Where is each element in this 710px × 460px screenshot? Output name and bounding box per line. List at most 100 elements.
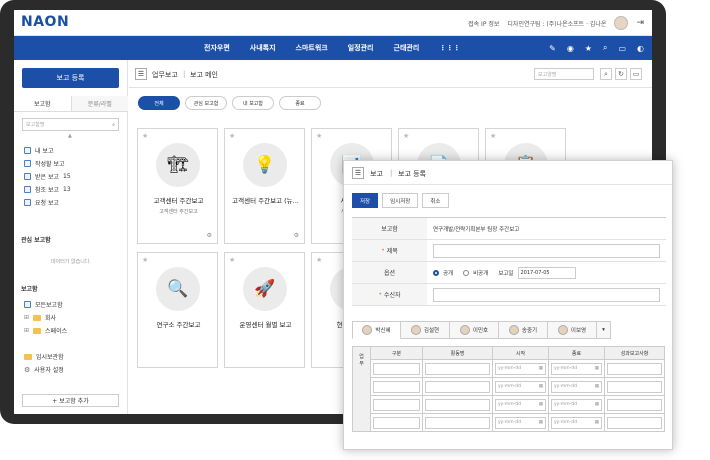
sidebar-item-allbox[interactable]: 모든보고함 [24,298,67,311]
end-date-input[interactable]: yy-mm-dd ▦ [551,362,602,375]
refresh-icon[interactable]: ↻ [615,68,627,80]
result-input[interactable] [607,398,662,411]
nav-attendance[interactable]: 근태관리 [394,43,420,53]
star-icon[interactable]: ★ [316,132,322,140]
expand-icon[interactable]: ⊞ [24,327,29,334]
star-icon[interactable]: ★ [585,44,592,53]
star-icon[interactable]: ★ [403,132,409,140]
result-input[interactable] [607,416,662,429]
logout-icon[interactable]: ⇥ [636,18,644,28]
sidebar-item-cc[interactable]: 참조 보고 13 [24,183,71,196]
sidebar-item-temp[interactable]: 임시보관함 [24,350,64,363]
calendar-icon[interactable]: ▦ [539,402,543,407]
category-input[interactable] [373,362,420,375]
start-date-input[interactable]: yy-mm-dd ▦ [495,380,546,393]
activity-input[interactable] [425,380,490,393]
person-tab[interactable]: 송중기 [499,321,548,339]
tab-reportbox[interactable]: 보고함 [14,96,71,111]
start-date-input[interactable]: yy-mm-dd ▦ [495,398,546,411]
star-icon[interactable]: ★ [490,132,496,140]
receiver-input[interactable] [433,287,660,302]
monitor-icon[interactable]: ▭ [630,68,642,80]
calendar-icon[interactable]: ▦ [539,384,543,389]
report-card[interactable]: ★ 🔍 연구소 주간보고 [137,252,218,368]
modal-breadcrumb-root[interactable]: 보고 [370,169,383,179]
menu-icon[interactable]: ☰ [135,68,147,80]
chevron-down-icon[interactable]: ▾ [597,321,611,339]
report-card[interactable]: ★ 💡 고객센터 주간보고 (뉴... ⚙ [224,128,305,244]
sidebar-item-company[interactable]: ⊞ 회사 [24,311,67,324]
menu-icon[interactable]: ☰ [352,167,364,179]
breadcrumb-root[interactable]: 업무보고 [152,70,178,80]
filter-all[interactable]: 전체 [138,96,180,110]
sidebar-search-input[interactable]: 보고함명 ⌕ [22,118,119,131]
nav-mail[interactable]: 전자우편 [204,43,230,53]
end-date-input[interactable]: yy-mm-dd ▦ [551,416,602,429]
person-tab[interactable]: 이보영 [548,321,597,339]
gear-icon[interactable]: ⚙ [294,232,299,239]
activity-input[interactable] [425,362,490,375]
monitor-icon[interactable]: ▭ [618,44,626,53]
star-icon[interactable]: ★ [316,256,322,264]
nav-smartwork[interactable]: 스마트워크 [296,43,328,53]
calendar-icon[interactable]: ▦ [539,366,543,371]
filter-favorite[interactable]: 관심 보고함 [185,96,227,110]
search-icon[interactable]: ⌕ [603,43,607,53]
cancel-button[interactable]: 취소 [422,193,449,208]
sidebar-item-received[interactable]: 받은 보고 15 [24,170,71,183]
calendar-icon[interactable]: ▦ [539,420,543,425]
main-search-input[interactable]: 보고양명 [534,68,594,80]
person-tab[interactable]: 박신혜 [352,321,401,339]
save-button[interactable]: 저장 [352,193,379,208]
user-avatar[interactable] [614,16,629,30]
calendar-icon[interactable]: ▦ [595,402,599,407]
sidebar-item-my-report[interactable]: 내 보고 [24,144,71,157]
activity-input[interactable] [425,398,490,411]
category-input[interactable] [373,416,420,429]
end-date-input[interactable]: yy-mm-dd ▦ [551,398,602,411]
title-input[interactable] [433,243,660,258]
grid-icon[interactable]: ⋮⋮⋮ [439,44,460,52]
star-icon[interactable]: ★ [142,132,148,140]
search-icon[interactable]: ⌕ [600,68,612,80]
ip-info[interactable]: 접속 IP 정보 [468,19,499,28]
result-input[interactable] [607,362,662,375]
report-card[interactable]: ★ 🚀 운영센터 월별 보고 [224,252,305,368]
gear-icon[interactable]: ⚙ [207,232,212,239]
star-icon[interactable]: ★ [142,256,148,264]
report-register-button[interactable]: 보고 등록 [22,68,119,88]
star-icon[interactable]: ★ [229,256,235,264]
end-date-input[interactable]: yy-mm-dd ▦ [551,380,602,393]
category-input[interactable] [373,398,420,411]
add-reportbox-button[interactable]: + 보고함 추가 [22,394,119,407]
person-tab[interactable]: 김설현 [401,321,450,339]
sidebar-item-settings[interactable]: ⚙ 사용자 설정 [24,363,64,376]
start-date-input[interactable]: yy-mm-dd ▦ [495,416,546,429]
filter-my[interactable]: 내 보고함 [232,96,274,110]
public-radio[interactable] [433,269,439,276]
report-date-input[interactable]: 2017-07-05 [517,266,576,279]
search-icon[interactable]: ⌕ [112,122,115,128]
report-card[interactable]: ★ 🏗 고객센터 주간보고 고객센터 주간보고 ⚙ [137,128,218,244]
person-tab[interactable]: 이민호 [450,321,499,339]
start-date-input[interactable]: yy-mm-dd ▦ [495,362,546,375]
calendar-icon[interactable]: ▦ [595,420,599,425]
palette-icon[interactable]: ◐ [637,44,644,53]
nav-board[interactable]: 사내톡지 [250,43,276,53]
category-input[interactable] [373,380,420,393]
calendar-icon[interactable]: ▦ [595,384,599,389]
sidebar-item-space[interactable]: ⊞ 스페이스 [24,324,67,337]
activity-input[interactable] [425,416,490,429]
result-input[interactable] [607,380,662,393]
chat-icon[interactable]: ◉ [567,44,574,53]
temp-save-button[interactable]: 임시저장 [382,193,419,208]
expand-icon[interactable]: ⊞ [24,314,29,321]
nav-schedule[interactable]: 일정관리 [348,43,374,53]
pen-icon[interactable]: ✎ [549,44,556,53]
filter-closed[interactable]: 종료 [279,96,321,110]
caret-icon[interactable]: ▲ [68,133,72,139]
sidebar-item-requested[interactable]: 요청 보고 [24,196,71,209]
tab-category[interactable]: 분류/라벨 [70,96,128,111]
private-radio[interactable] [463,269,470,276]
star-icon[interactable]: ★ [229,132,235,140]
